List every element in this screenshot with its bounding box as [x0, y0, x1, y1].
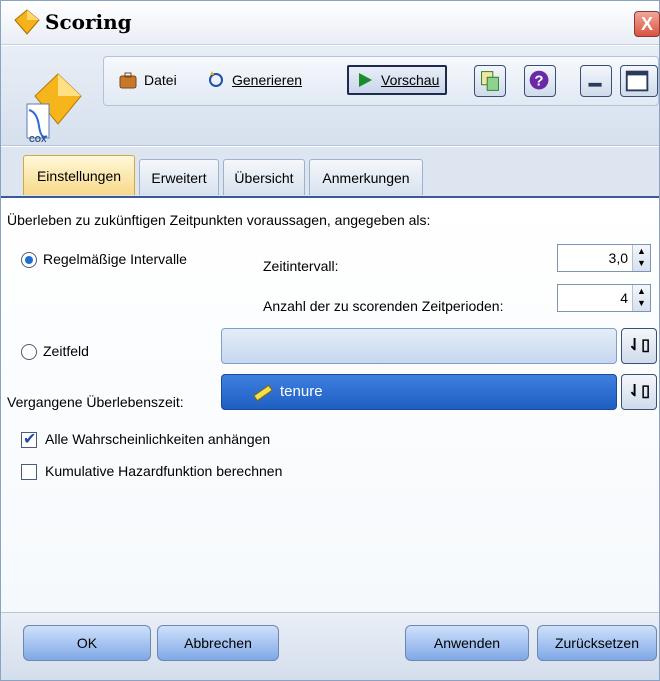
play-icon — [359, 73, 372, 87]
maximize-icon — [625, 70, 649, 92]
tab-einstellungen[interactable]: Einstellungen — [23, 155, 135, 195]
periods-value: 4 — [620, 290, 628, 306]
node-header: COX Datei Generieren Vorschau ? — [1, 46, 659, 146]
sparkle-icon — [209, 71, 223, 87]
cumulative-hazard-label: Kumulative Hazardfunktion berechnen — [45, 463, 283, 479]
copy-icon — [481, 71, 499, 91]
briefcase-icon — [119, 72, 137, 89]
periods-label: Anzahl der zu scorenden Zeitperioden: — [263, 298, 504, 314]
tab-anmerkungen[interactable]: Anmerkungen — [309, 159, 423, 195]
spinner-arrows-icon[interactable]: ▲ ▼ — [632, 245, 650, 271]
time-interval-label: Zeitintervall: — [263, 258, 339, 274]
toolbar: Datei Generieren Vorschau ? — [103, 56, 659, 106]
file-menu[interactable]: Datei — [118, 65, 177, 95]
tab-erweitert[interactable]: Erweitert — [139, 159, 219, 195]
tab-bar: Einstellungen Erweitert Übersicht Anmerk… — [1, 147, 659, 197]
help-icon: ? — [529, 70, 549, 90]
past-survival-value: tenure — [280, 383, 323, 400]
field-chooser-icon: ⇃▯ — [627, 383, 651, 400]
close-icon: X — [640, 14, 653, 34]
svg-text:?: ? — [534, 73, 543, 90]
scoring-dialog: Scoring X COX Datei Generieren Vorschau … — [0, 0, 660, 681]
maximize-button[interactable] — [620, 65, 658, 97]
time-interval-spinner[interactable]: 3,0 ▲ ▼ — [557, 244, 651, 272]
apply-button[interactable]: Anwenden — [405, 625, 529, 661]
ok-button[interactable]: OK — [23, 625, 151, 661]
window-title: Scoring — [45, 10, 132, 34]
periods-spinner[interactable]: 4 ▲ ▼ — [557, 284, 651, 312]
past-survival-field[interactable]: tenure — [221, 374, 617, 410]
node-label: COX — [29, 135, 47, 144]
settings-panel: Überleben zu zukünftigen Zeitpunkten vor… — [1, 198, 659, 612]
preview-button[interactable]: Vorschau — [347, 65, 448, 95]
reset-button[interactable]: Zurücksetzen — [537, 625, 657, 661]
time-field-label: Zeitfeld — [43, 343, 89, 359]
cox-node-icon: COX — [26, 73, 82, 144]
predict-heading: Überleben zu zukünftigen Zeitpunkten vor… — [7, 212, 431, 228]
node-diamond-icon — [14, 9, 40, 35]
button-bar: OK Abbrechen Anwenden Zurücksetzen — [1, 612, 659, 680]
field-chooser-button[interactable]: ⇃▯ — [621, 328, 657, 364]
close-button[interactable]: X — [634, 11, 660, 37]
preview-label: Vorschau — [381, 72, 440, 88]
field-chooser-button[interactable]: ⇃▯ — [621, 374, 657, 410]
time-field-input[interactable] — [221, 328, 617, 364]
spinner-arrows-icon[interactable]: ▲ ▼ — [632, 285, 650, 311]
time-field-radio[interactable] — [21, 344, 37, 360]
title-bar[interactable]: Scoring X — [1, 1, 660, 45]
tab-uebersicht[interactable]: Übersicht — [223, 159, 305, 195]
copy-button[interactable] — [474, 65, 506, 97]
time-interval-value: 3,0 — [608, 250, 628, 266]
field-chooser-icon: ⇃▯ — [627, 337, 651, 354]
append-probabilities-checkbox[interactable] — [21, 429, 37, 449]
regular-intervals-radio[interactable] — [21, 252, 37, 268]
past-survival-label: Vergangene Überlebenszeit: — [7, 394, 184, 410]
cancel-button[interactable]: Abbrechen — [157, 625, 279, 661]
minimize-icon — [588, 82, 602, 87]
generate-menu[interactable]: Generieren — [206, 65, 302, 95]
ruler-icon — [253, 384, 273, 402]
append-probabilities-label: Alle Wahrscheinlichkeiten anhängen — [45, 431, 271, 447]
regular-intervals-label: Regelmäßige Intervalle — [43, 251, 187, 267]
cumulative-hazard-checkbox[interactable] — [21, 464, 37, 480]
minimize-button[interactable] — [580, 65, 612, 97]
generate-menu-label: Generieren — [232, 72, 303, 88]
help-button[interactable]: ? — [524, 65, 556, 97]
file-menu-label: Datei — [144, 72, 177, 88]
